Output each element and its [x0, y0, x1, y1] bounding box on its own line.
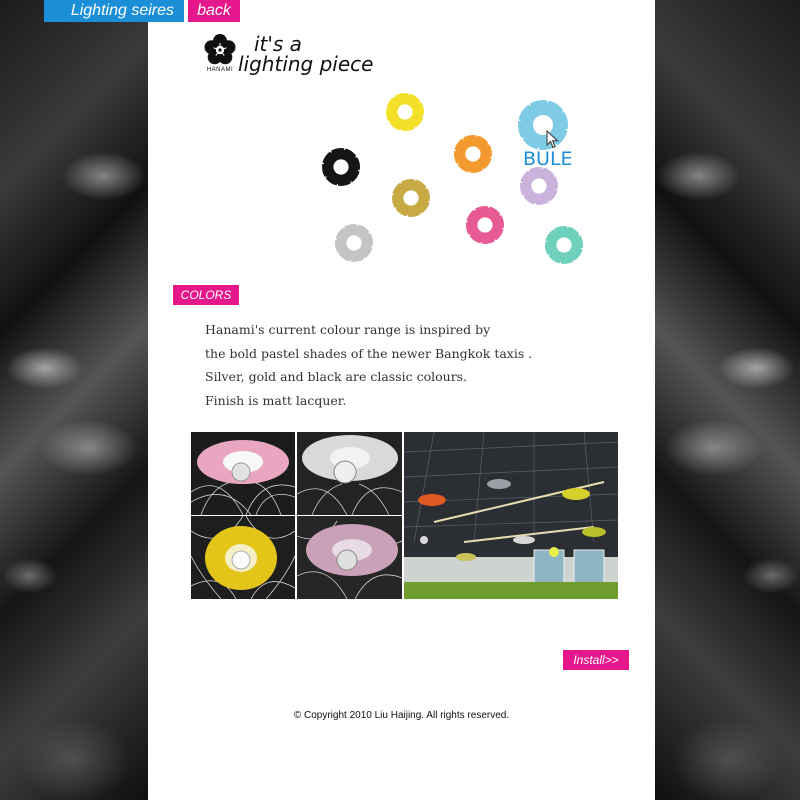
description-line: Finish is matt lacquer. — [205, 392, 347, 408]
colour-ring-silver[interactable] — [333, 222, 375, 264]
colour-ring-lilac[interactable] — [518, 165, 560, 207]
lilac-lamp-photo — [297, 516, 402, 599]
brand-name: HANAMI — [206, 67, 234, 73]
mouse-cursor-icon — [546, 130, 559, 149]
tagline-line2: lighting piece — [238, 52, 374, 76]
description-line: Silver, gold and black are classic colou… — [205, 369, 468, 384]
colors-description: Hanami's current colour range is inspire… — [205, 318, 605, 412]
copyright-text: © Copyright 2010 Liu Haijing. All rights… — [293, 710, 510, 721]
description-line: Hanami's current colour range is inspire… — [205, 322, 491, 337]
description-line: the bold pastel shades of the newer Bang… — [205, 345, 533, 361]
install-link[interactable]: Install>> — [563, 650, 629, 670]
back-link[interactable]: back — [188, 0, 240, 22]
background-right — [655, 0, 800, 800]
colour-ring-mint[interactable] — [543, 224, 585, 266]
background-left — [0, 0, 148, 800]
lighting-series-link[interactable]: Lighting seires — [44, 0, 184, 22]
colour-ring-gold[interactable] — [390, 177, 432, 219]
pink-lamp-photo — [191, 432, 295, 515]
hovered-colour-label: BULE — [523, 148, 573, 170]
colour-ring-black[interactable] — [320, 146, 362, 188]
colour-ring-blue[interactable] — [516, 98, 570, 152]
colour-ring-pink[interactable] — [464, 204, 506, 246]
hanami-flower-logo-icon — [204, 34, 236, 65]
installation-photo — [404, 432, 618, 599]
colour-ring-orange[interactable] — [452, 133, 494, 175]
colors-section-tag: COLORS — [173, 285, 239, 305]
yellow-lamp-photo — [191, 516, 295, 599]
colour-ring-yellow[interactable] — [384, 91, 426, 133]
silver-lamp-photo — [297, 432, 402, 515]
